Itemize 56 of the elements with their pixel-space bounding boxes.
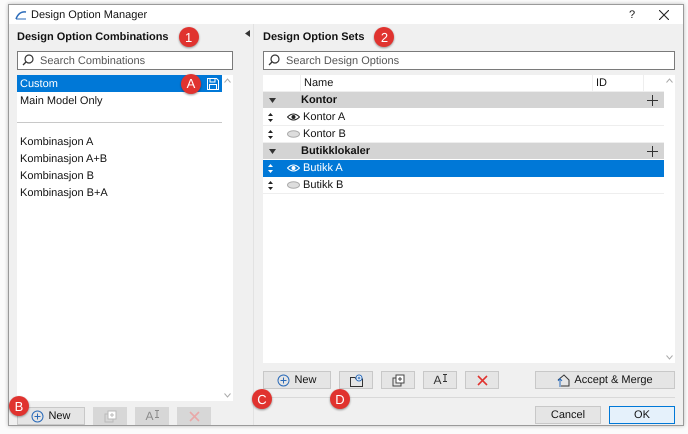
delete-button[interactable] — [465, 371, 499, 389]
save-icon[interactable] — [207, 78, 219, 90]
collapse-triangle-icon[interactable] — [269, 148, 276, 154]
search-field[interactable]: Search Design Options — [263, 51, 675, 70]
plus-circle-icon — [277, 374, 290, 386]
reorder-icon[interactable] — [268, 180, 273, 190]
panel-heading: Design Option Combinations — [17, 31, 169, 43]
callout-marker: 2 — [374, 27, 394, 47]
duplicate-icon — [392, 374, 404, 386]
plus-icon[interactable] — [647, 94, 658, 106]
callout-marker: A — [181, 74, 201, 94]
duplicate-icon — [104, 410, 116, 422]
combination-item[interactable]: Kombinasjon A+B — [17, 150, 222, 167]
callout-marker: C — [252, 389, 272, 409]
text-cursor-icon — [442, 374, 446, 382]
callout-marker: D — [330, 389, 350, 409]
window-title: Design Option Manager — [31, 8, 148, 20]
new-button[interactable]: New — [263, 371, 331, 389]
option-set-row[interactable]: Kontor — [263, 92, 664, 108]
help-button[interactable]: ? — [617, 8, 647, 20]
cross-icon — [476, 374, 488, 386]
close-icon[interactable] — [659, 10, 669, 20]
option-row[interactable]: Butikk B — [263, 177, 664, 194]
app-logo-icon — [15, 10, 27, 20]
combination-item[interactable]: Custom A — [17, 75, 222, 92]
column-header: Name — [303, 77, 334, 89]
option-row[interactable]: Kontor A — [263, 109, 664, 126]
option-set-row[interactable]: Butikklokaler — [263, 143, 664, 159]
column-header: ID — [592, 75, 643, 91]
combination-item[interactable]: Kombinasjon B+A — [17, 184, 222, 201]
ok-button[interactable]: OK — [609, 406, 675, 424]
search-icon — [268, 54, 280, 66]
folder-plus-icon — [350, 374, 362, 386]
cross-icon — [188, 410, 200, 422]
callout-marker: 1 — [178, 27, 199, 47]
combination-item[interactable]: Kombinasjon A — [17, 133, 222, 150]
new-set-button[interactable] — [339, 371, 373, 389]
collapse-triangle-icon[interactable] — [269, 98, 276, 102]
text-cursor-icon — [154, 410, 158, 418]
panel-heading: Design Option Sets — [263, 31, 364, 43]
duplicate-button[interactable] — [381, 371, 415, 389]
search-icon — [22, 54, 34, 66]
rename-button[interactable]: A — [423, 371, 457, 389]
combination-item[interactable]: Main Model Only — [17, 92, 222, 109]
plus-icon[interactable] — [647, 146, 658, 156]
collapse-arrow-icon[interactable] — [244, 30, 250, 37]
search-field[interactable]: Search Combinations — [17, 51, 233, 70]
cancel-button[interactable]: Cancel — [535, 406, 601, 424]
eye-icon[interactable] — [287, 113, 300, 121]
combination-item[interactable]: Kombinasjon B — [17, 167, 222, 184]
plus-circle-icon — [31, 410, 44, 422]
callout-marker: B — [9, 396, 29, 416]
reorder-icon[interactable] — [268, 130, 273, 138]
reorder-icon[interactable] — [268, 112, 273, 122]
accept-merge-button[interactable]: Accept & Merge — [535, 371, 675, 389]
house-arrow-icon — [557, 374, 570, 386]
